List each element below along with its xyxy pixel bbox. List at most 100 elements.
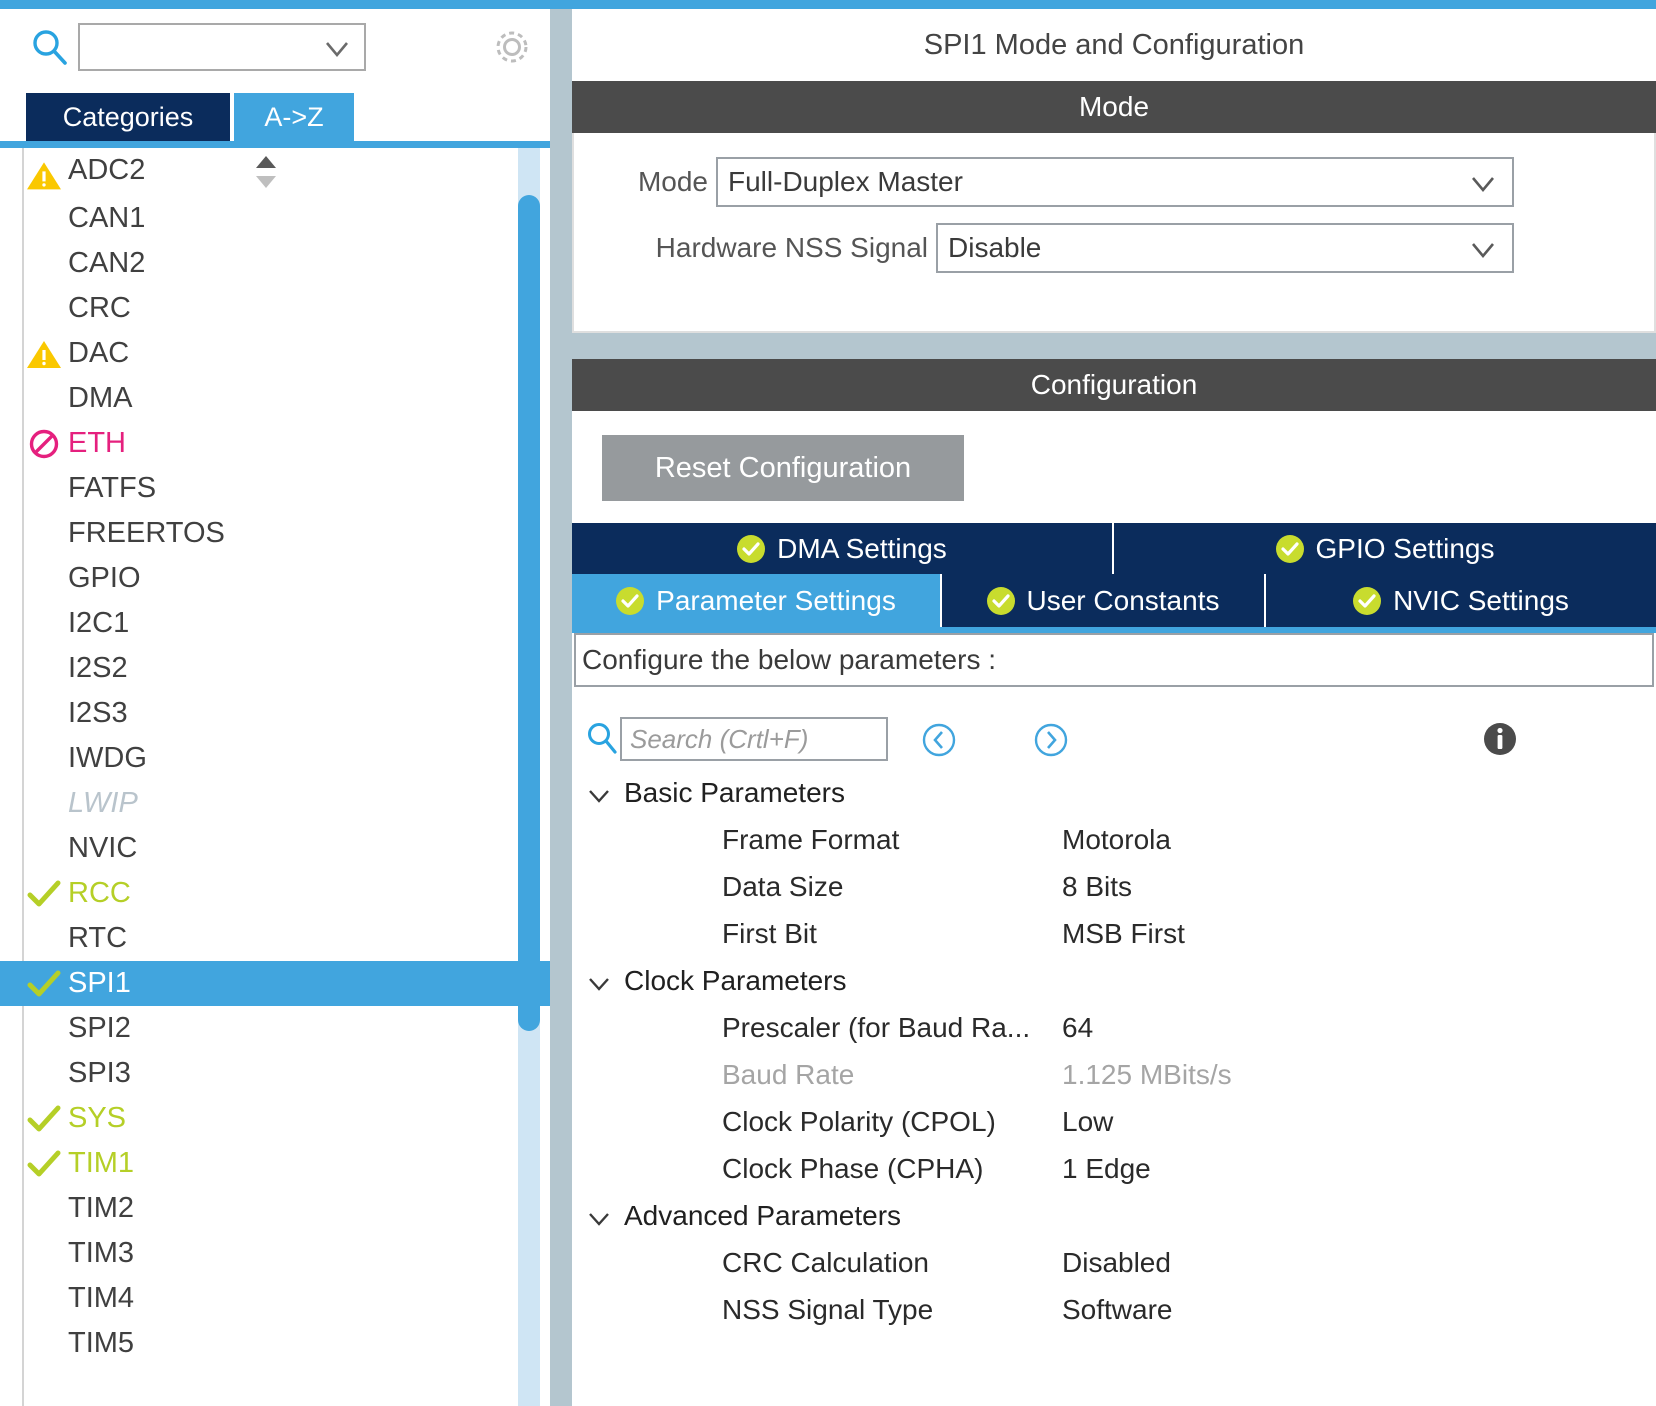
sidebar-item-dac[interactable]: DAC — [0, 331, 550, 376]
param-group-advanced-parameters[interactable]: Advanced Parameters — [572, 1192, 1656, 1239]
tab-categories[interactable]: Categories — [26, 93, 230, 141]
sidebar-item-adc2[interactable]: ADC2 — [0, 154, 550, 196]
no-icon — [24, 517, 64, 551]
sidebar-item-fatfs[interactable]: FATFS — [0, 466, 550, 511]
no-icon — [24, 562, 64, 596]
gear-icon[interactable] — [490, 25, 534, 69]
param-value[interactable]: Low — [1062, 1106, 1113, 1138]
param-row[interactable]: Data Size 8 Bits — [572, 863, 1656, 910]
tab-dma-settings[interactable]: DMA Settings — [572, 523, 1114, 574]
search-icon — [30, 27, 70, 67]
sidebar-item-rtc[interactable]: RTC — [0, 916, 550, 961]
param-row[interactable]: Prescaler (for Baud Ra... 64 — [572, 1004, 1656, 1051]
sidebar-item-sys[interactable]: SYS — [0, 1096, 550, 1141]
sidebar-scrollbar-thumb[interactable] — [518, 195, 540, 1031]
info-icon[interactable] — [1480, 719, 1520, 759]
sidebar-item-label: TIM4 — [68, 1282, 135, 1314]
chevron-down-icon[interactable] — [586, 782, 612, 804]
tab-parameter-settings[interactable]: Parameter Settings — [572, 574, 942, 627]
sidebar-item-spi2[interactable]: SPI2 — [0, 1006, 550, 1051]
sidebar-item-i2c1[interactable]: I2C1 — [0, 601, 550, 646]
sidebar-item-eth[interactable]: ETH — [0, 421, 550, 466]
sidebar-item-rcc[interactable]: RCC — [0, 871, 550, 916]
panel-splitter[interactable] — [550, 9, 572, 1406]
hardware-nss-select[interactable]: Disable — [936, 223, 1514, 273]
sidebar-item-dma[interactable]: DMA — [0, 376, 550, 421]
sidebar-item-spi3[interactable]: SPI3 — [0, 1051, 550, 1096]
tab-label: Parameter Settings — [656, 584, 896, 616]
chevron-left-circle-icon[interactable] — [920, 721, 958, 759]
check-badge-icon — [616, 586, 645, 615]
no-icon — [24, 202, 64, 236]
sidebar-search-row — [0, 9, 550, 81]
param-name: Clock Phase (CPHA) — [722, 1152, 984, 1184]
no-icon — [24, 1057, 64, 1091]
hardware-nss-label: Hardware NSS Signal — [655, 232, 928, 263]
param-row[interactable]: First Bit MSB First — [572, 910, 1656, 957]
sidebar-item-can2[interactable]: CAN2 — [0, 241, 550, 286]
param-group-label: Advanced Parameters — [624, 1199, 902, 1231]
prohibited-icon — [24, 427, 64, 461]
param-value[interactable]: Disabled — [1062, 1247, 1171, 1279]
param-value[interactable]: Software — [1062, 1294, 1173, 1326]
sidebar-item-label: TIM5 — [68, 1327, 135, 1359]
param-value[interactable]: 1 Edge — [1062, 1153, 1151, 1185]
tab-label: User Constants — [1026, 584, 1220, 616]
param-value[interactable]: Motorola — [1062, 824, 1171, 856]
sidebar-item-tim3[interactable]: TIM3 — [0, 1231, 550, 1276]
chevron-right-circle-icon[interactable] — [1032, 721, 1070, 759]
sidebar-item-i2s2[interactable]: I2S2 — [0, 646, 550, 691]
sidebar-item-label: CAN1 — [68, 202, 146, 234]
sidebar-search-input[interactable] — [88, 31, 328, 65]
mode-field-label: Mode — [637, 166, 708, 197]
tab-user-constants[interactable]: User Constants — [942, 574, 1266, 627]
chevron-down-icon[interactable] — [1470, 239, 1496, 261]
reset-configuration-button[interactable]: Reset Configuration — [602, 435, 964, 501]
sidebar-item-can1[interactable]: CAN1 — [0, 196, 550, 241]
no-icon — [24, 832, 64, 866]
parameter-search-input[interactable] — [622, 719, 886, 759]
mode-select[interactable]: Full-Duplex Master — [716, 157, 1514, 207]
chevron-down-icon[interactable] — [586, 1205, 612, 1227]
sidebar-item-freertos[interactable]: FREERTOS — [0, 511, 550, 556]
sidebar-item-spi1[interactable]: SPI1 — [0, 961, 550, 1006]
param-row[interactable]: Frame Format Motorola — [572, 816, 1656, 863]
param-value[interactable]: MSB First — [1062, 918, 1185, 950]
param-row[interactable]: NSS Signal Type Software — [572, 1286, 1656, 1333]
param-row[interactable]: Clock Polarity (CPOL) Low — [572, 1098, 1656, 1145]
sidebar-item-tim4[interactable]: TIM4 — [0, 1276, 550, 1321]
sidebar-item-nvic[interactable]: NVIC — [0, 826, 550, 871]
panel-splitter-handle[interactable] — [554, 9, 568, 1406]
sidebar-item-lwip[interactable]: LWIP — [0, 781, 550, 826]
warning-icon — [24, 337, 64, 371]
chevron-down-icon[interactable] — [586, 970, 612, 992]
param-name: NSS Signal Type — [722, 1293, 934, 1325]
sidebar-item-i2s3[interactable]: I2S3 — [0, 691, 550, 736]
sidebar-item-gpio[interactable]: GPIO — [0, 556, 550, 601]
param-value[interactable]: 8 Bits — [1062, 871, 1132, 903]
sidebar-item-iwdg[interactable]: IWDG — [0, 736, 550, 781]
param-row[interactable]: Clock Phase (CPHA) 1 Edge — [572, 1145, 1656, 1192]
param-group-label: Basic Parameters — [624, 776, 845, 808]
param-value[interactable]: 64 — [1062, 1012, 1093, 1044]
chevron-down-icon[interactable] — [1470, 173, 1496, 195]
sidebar-search-combo[interactable] — [78, 23, 366, 71]
sidebar-item-tim5[interactable]: TIM5 — [0, 1321, 550, 1366]
param-group-clock-parameters[interactable]: Clock Parameters — [572, 957, 1656, 1004]
mode-section-body: Mode Full-Duplex Master Hardware NSS Sig… — [572, 133, 1656, 333]
tab-gpio-settings[interactable]: GPIO Settings — [1114, 523, 1656, 574]
hardware-nss-value: Disable — [948, 232, 1042, 263]
param-group-basic-parameters[interactable]: Basic Parameters — [572, 769, 1656, 816]
param-row[interactable]: CRC Calculation Disabled — [572, 1239, 1656, 1286]
sidebar-item-label: TIM1 — [68, 1147, 135, 1179]
tab-nvic-settings[interactable]: NVIC Settings — [1266, 574, 1656, 627]
tab-a-to-z[interactable]: A->Z — [234, 93, 354, 141]
sidebar-item-tim1[interactable]: TIM1 — [0, 1141, 550, 1186]
no-icon — [24, 742, 64, 776]
top-accent-bar — [0, 0, 1656, 9]
parameter-search-box[interactable] — [620, 717, 888, 761]
parameter-search-row — [572, 707, 1656, 769]
chevron-down-icon[interactable] — [324, 38, 350, 60]
sidebar-item-crc[interactable]: CRC — [0, 286, 550, 331]
sidebar-item-tim2[interactable]: TIM2 — [0, 1186, 550, 1231]
